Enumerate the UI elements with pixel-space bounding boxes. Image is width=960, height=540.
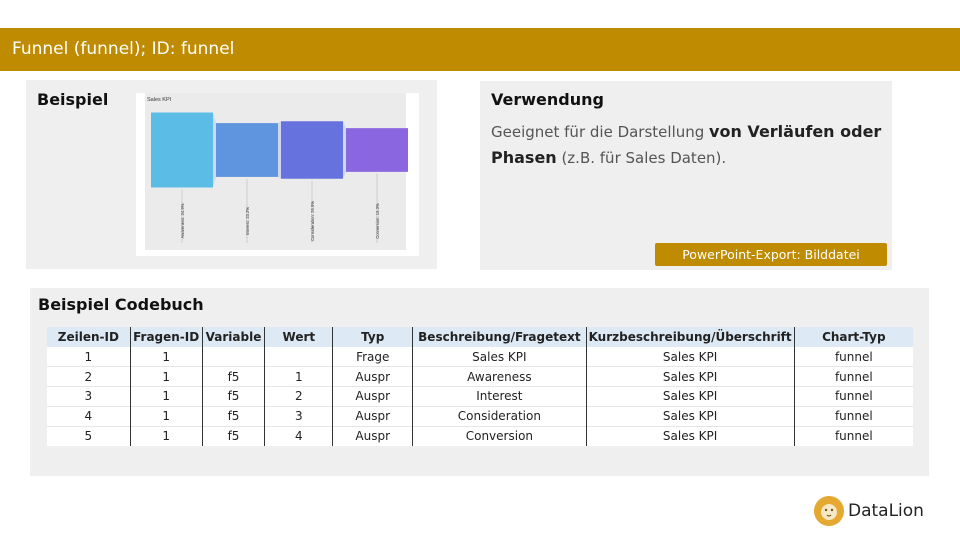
col-header: Variable [201,327,265,347]
table-cell: 1 [264,366,333,387]
table-cell: 3 [264,405,333,427]
table-cell: 5 [47,425,131,446]
logo-text: DataLion [848,501,924,521]
table-cell [264,347,333,367]
funnel-segment [216,123,278,177]
table-cell: Awareness [412,366,587,387]
table-cell: Sales KPI [585,366,795,387]
table-cell: 1 [129,405,203,427]
table-cell: Sales KPI [585,425,795,446]
funnel-chart-thumbnail: Sales KPI Awareness: 34.9% Interest: 23.2… [136,93,419,256]
funnel-chart: Sales KPI Awareness: 34.9% Interest: 23.2… [145,93,408,250]
table-cell: Auspr [332,366,413,387]
funnel-connector [343,121,346,179]
table-cell: 1 [129,347,203,367]
slide-title: Funnel (funnel); ID: funnel [12,39,235,59]
funnel-segment [346,128,408,172]
codebuch-panel: Beispiel Codebuch Zeilen-ID Fragen-ID Va… [30,288,929,476]
table-row: 1 1 Frage Sales KPI Sales KPI funnel [47,347,913,367]
funnel-connector [213,112,216,188]
table-cell: 2 [264,386,333,407]
beispiel-panel: Beispiel Sales KPI Awareness: 34.9% Inter… [26,80,437,269]
datalion-logo: DataLion [814,496,934,526]
verwendung-text-1: Geeignet für die Darstellung [491,123,710,141]
table-cell: 1 [129,366,203,387]
col-header: Wert [264,327,333,347]
table-cell: Auspr [332,405,413,427]
table-cell: Auspr [332,425,413,446]
col-header: Fragen-ID [129,327,203,347]
chart-title: Sales KPI [147,97,172,103]
table-cell: f5 [201,386,265,407]
table-cell: 1 [129,386,203,407]
lion-icon [814,496,844,526]
funnel-data-label: Interest: 23.2% [245,207,250,235]
table-cell: Frage [332,347,413,367]
table-cell: 4 [47,405,131,427]
verwendung-title: Verwendung [491,90,604,109]
funnel-segment [281,121,343,179]
table-row: 4 1 f5 3 Auspr Consideration Sales KPI funnel [47,405,913,427]
funnel-data-label: Conversion: 15.3% [375,203,380,239]
table-cell: Sales KPI [585,347,795,367]
table-cell: Conversion [412,425,587,446]
col-header: Chart-Typ [793,327,913,347]
codebook-header-row: Zeilen-ID Fragen-ID Variable Wert Typ Be… [47,327,913,347]
table-cell: 1 [129,425,203,446]
export-badge: PowerPoint-Export: Bilddatei [655,243,887,266]
table-cell: 3 [47,386,131,407]
table-cell: f5 [201,405,265,427]
table-cell: Interest [412,386,587,407]
table-cell: funnel [793,425,913,446]
table-cell: funnel [793,347,913,367]
table-cell: 2 [47,366,131,387]
codebook-table: Zeilen-ID Fragen-ID Variable Wert Typ Be… [47,327,913,446]
col-header: Kurzbeschreibung/Überschrift [585,327,795,347]
table-cell: 1 [84,349,93,364]
table-cell: funnel [793,405,913,427]
verwendung-panel: Verwendung Geeignet für die Darstellung … [480,81,892,270]
table-cell: Auspr [332,386,413,407]
verwendung-text-2: (z.B. für Sales Daten). [556,149,727,167]
table-cell: funnel [793,366,913,387]
table-cell: Sales KPI [412,347,587,367]
funnel-data-label: Awareness: 34.9% [180,203,185,238]
table-cell: 4 [264,425,333,446]
funnel-connector [278,121,281,179]
table-row: 5 1 f5 4 Auspr Conversion Sales KPI funnel [47,425,913,446]
table-cell: funnel [793,386,913,407]
funnel-data-label: Consideration: 26.5% [310,201,315,241]
table-cell [201,347,265,367]
table-row: 2 1 f5 1 Auspr Awareness Sales KPI funnel [47,366,913,387]
table-cell: f5 [201,425,265,446]
col-header: Zeilen-ID [47,327,131,347]
funnel-segment [151,112,213,188]
slide-header: Funnel (funnel); ID: funnel [0,28,960,71]
table-cell: Sales KPI [585,405,795,427]
table-cell: Sales KPI [585,386,795,407]
codebuch-title: Beispiel Codebuch [38,295,204,314]
table-cell: f5 [201,366,265,387]
col-header: Beschreibung/Fragetext [412,327,587,347]
verwendung-description: Geeignet für die Darstellung von Verläuf… [491,119,886,171]
col-header: Typ [332,327,413,347]
table-cell: Consideration [412,405,587,427]
beispiel-title: Beispiel [37,90,109,109]
table-row: 3 1 f5 2 Auspr Interest Sales KPI funnel [47,386,913,407]
